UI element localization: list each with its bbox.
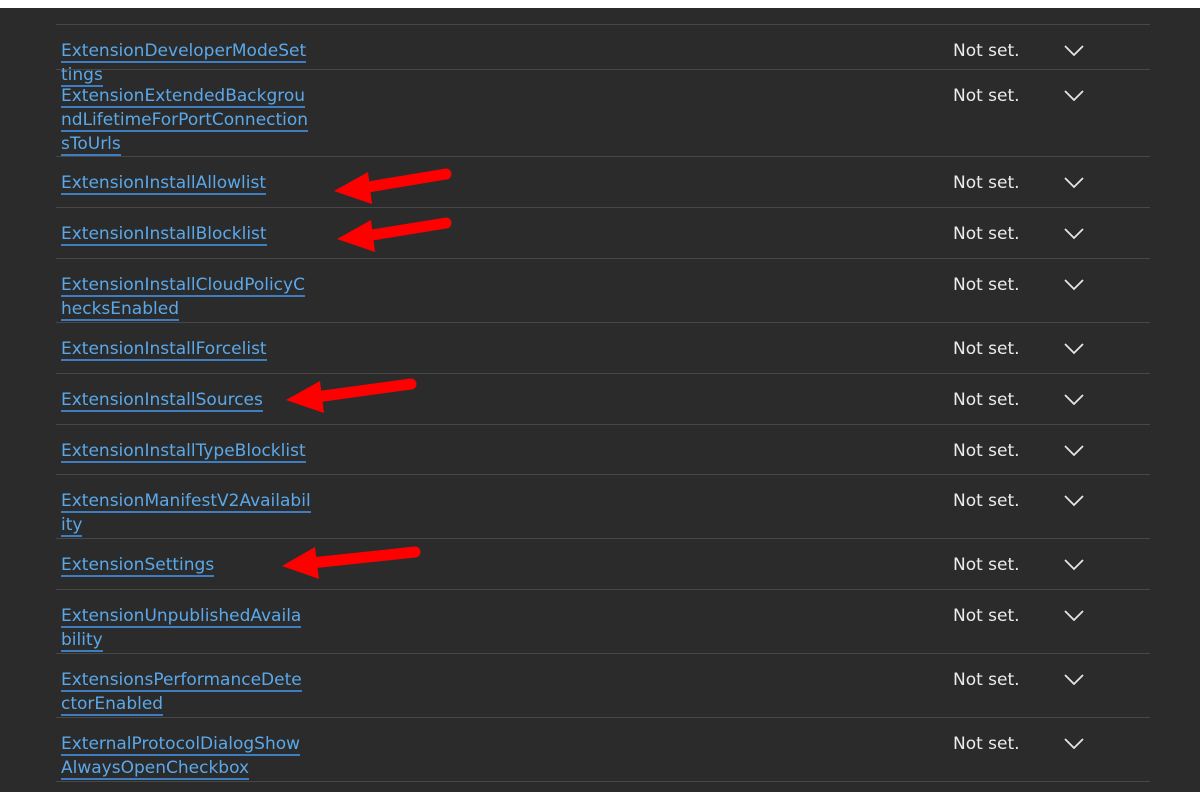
policy-name-link[interactable]: ExtensionInstallAllowlist [61, 171, 311, 195]
policy-row: ExtensionInstallForcelist Not set. [56, 323, 1150, 374]
policy-row: ExtensionInstallSources Not set. [56, 374, 1150, 425]
chevron-down-icon[interactable] [1063, 89, 1085, 103]
chevron-down-icon[interactable] [1063, 227, 1085, 241]
policy-status: Not set. [953, 339, 1020, 359]
policy-list-panel: ExtensionDeveloperModeSettings Not set. … [0, 8, 1200, 792]
policy-row: ExtensionUnpublishedAvailability Not set… [56, 590, 1150, 654]
policy-row: ExtensionSettings Not set. [56, 539, 1150, 590]
policy-name-link[interactable]: ExtensionInstallTypeBlocklist [61, 439, 311, 463]
policy-row: ExtensionInstallTypeBlocklist Not set. [56, 425, 1150, 475]
chevron-down-icon[interactable] [1063, 393, 1085, 407]
policy-status: Not set. [953, 173, 1020, 193]
policy-row: ExtensionManifestV2Availability Not set. [56, 475, 1150, 539]
policy-name-link[interactable]: ExtensionInstallSources [61, 388, 311, 412]
policy-status: Not set. [953, 606, 1020, 626]
policy-status: Not set. [953, 275, 1020, 295]
policy-row: ExtensionsPerformanceDetectorEnabled Not… [56, 654, 1150, 718]
chevron-down-icon[interactable] [1063, 494, 1085, 508]
chevron-down-icon[interactable] [1063, 444, 1085, 458]
policy-name-link[interactable]: ExtensionsPerformanceDetectorEnabled [61, 668, 311, 716]
policy-name-link[interactable]: ExtensionInstallBlocklist [61, 222, 311, 246]
chevron-down-icon[interactable] [1063, 558, 1085, 572]
chevron-down-icon[interactable] [1063, 44, 1085, 58]
chevron-down-icon[interactable] [1063, 609, 1085, 623]
policy-row: ExtensionInstallCloudPolicyChecksEnabled… [56, 259, 1150, 323]
policy-status: Not set. [953, 441, 1020, 461]
chevron-down-icon[interactable] [1063, 176, 1085, 190]
policy-name-link[interactable]: ExtensionExtendedBackgroundLifetimeForPo… [61, 84, 311, 156]
policy-status: Not set. [953, 555, 1020, 575]
policy-row: ExtensionExtendedBackgroundLifetimeForPo… [56, 70, 1150, 157]
policy-row: ExtensionInstallBlocklist Not set. [56, 208, 1150, 259]
policy-row: ExternalProtocolDialogShowAlwaysOpenChec… [56, 718, 1150, 782]
policy-name-link[interactable]: ExternalProtocolDialogShowAlwaysOpenChec… [61, 732, 311, 780]
policy-name-link[interactable]: ExtensionUnpublishedAvailability [61, 604, 311, 652]
policy-status: Not set. [953, 491, 1020, 511]
policy-status: Not set. [953, 86, 1020, 106]
policy-name-link[interactable]: ExtensionInstallCloudPolicyChecksEnabled [61, 273, 311, 321]
policy-status: Not set. [953, 670, 1020, 690]
policy-name-link[interactable]: ExtensionSettings [61, 553, 311, 577]
policy-status: Not set. [953, 41, 1020, 61]
policy-name-link[interactable]: ExtensionInstallForcelist [61, 337, 311, 361]
chevron-down-icon[interactable] [1063, 673, 1085, 687]
chevron-down-icon[interactable] [1063, 278, 1085, 292]
policy-row: ExtensionInstallAllowlist Not set. [56, 157, 1150, 208]
policy-row: ExtensionDeveloperModeSettings Not set. [56, 24, 1150, 87]
policy-status: Not set. [953, 390, 1020, 410]
chevron-down-icon[interactable] [1063, 342, 1085, 356]
chevron-down-icon[interactable] [1063, 737, 1085, 751]
policy-status: Not set. [953, 734, 1020, 754]
policy-status: Not set. [953, 224, 1020, 244]
policy-name-link[interactable]: ExtensionManifestV2Availability [61, 489, 311, 537]
